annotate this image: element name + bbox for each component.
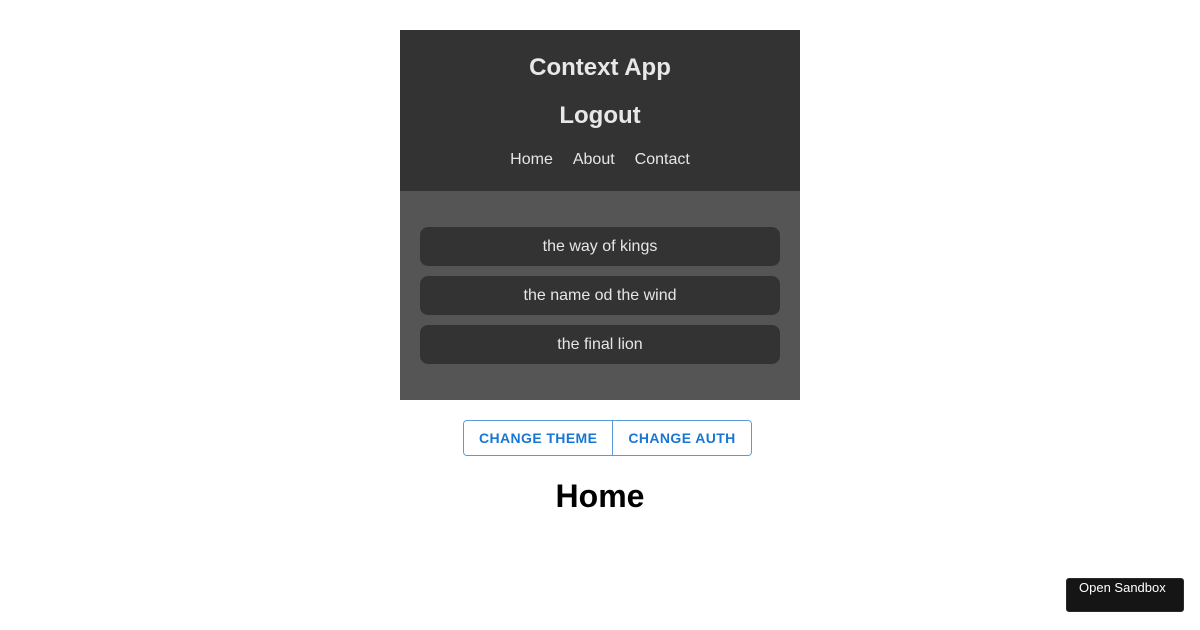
page: Context App Logout Home About Contact th… bbox=[0, 0, 1200, 630]
book-list: the way of kings the name od the wind th… bbox=[400, 191, 800, 400]
nav-link-contact[interactable]: Contact bbox=[635, 151, 690, 169]
book-item[interactable]: the name od the wind bbox=[420, 276, 780, 315]
nav-link-about[interactable]: About bbox=[573, 151, 615, 169]
change-auth-button[interactable]: CHANGE AUTH bbox=[612, 421, 751, 455]
button-group: CHANGE THEME CHANGE AUTH bbox=[463, 420, 752, 456]
book-item[interactable]: the way of kings bbox=[420, 227, 780, 266]
page-title: Home bbox=[555, 478, 645, 514]
logout-button[interactable]: Logout bbox=[400, 102, 800, 130]
nav-link-home[interactable]: Home bbox=[510, 151, 553, 169]
app-title: Context App bbox=[529, 54, 671, 81]
change-theme-button[interactable]: CHANGE THEME bbox=[464, 421, 613, 455]
open-sandbox-button[interactable]: Open Sandbox bbox=[1066, 578, 1184, 612]
app-card: Context App Logout Home About Contact th… bbox=[400, 30, 800, 400]
navbar: Context App Logout Home About Contact bbox=[400, 30, 800, 191]
nav-links: Home About Contact bbox=[400, 151, 800, 169]
book-item[interactable]: the final lion bbox=[420, 325, 780, 364]
